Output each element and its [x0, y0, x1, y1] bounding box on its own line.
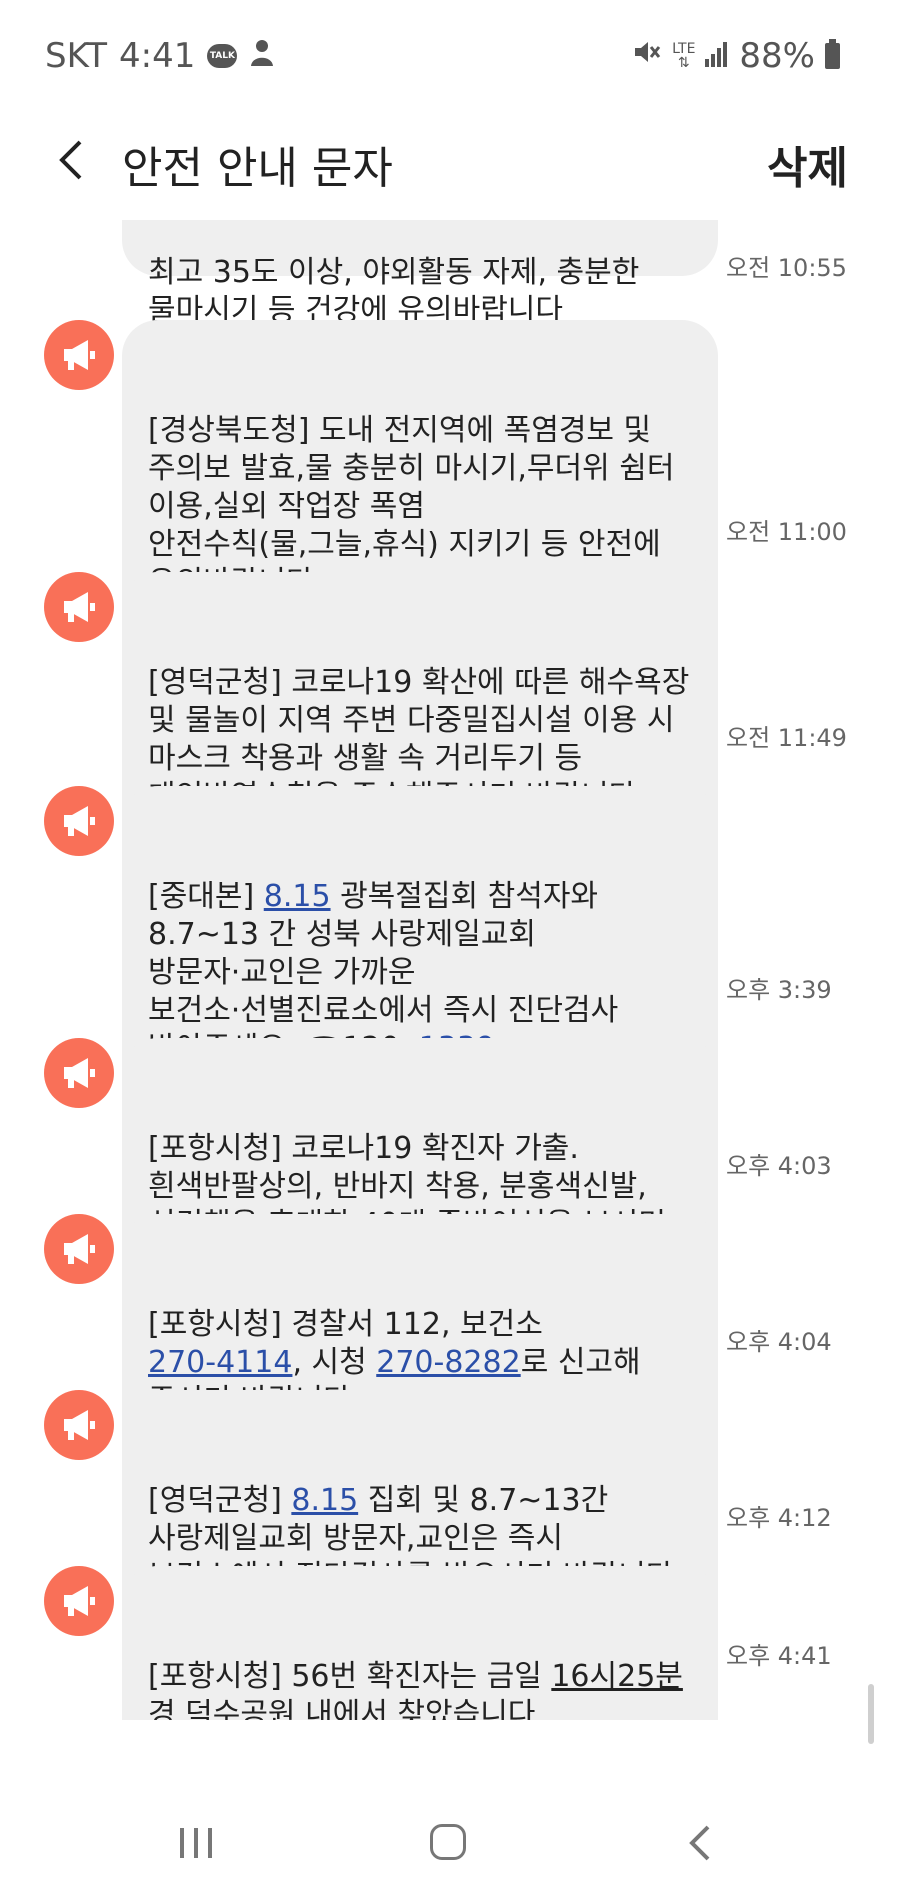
message-time: 오후 4:41	[726, 1642, 832, 1670]
recent-apps-button[interactable]	[178, 1828, 214, 1858]
recent-apps-icon	[180, 1828, 212, 1858]
megaphone-icon	[64, 1410, 95, 1440]
delete-button[interactable]: 삭제	[767, 132, 848, 196]
message-partial-line: 최고 35도 이상, 야외활동 자제, 충분한	[148, 255, 640, 290]
message-text: [포항시청] 56번 확진자는 금일 16시25분 경 덕수공원 내에서 찾았습…	[148, 1658, 692, 1720]
scrollbar[interactable]	[868, 1684, 874, 1744]
avatar	[44, 320, 114, 390]
megaphone-icon	[64, 806, 95, 836]
battery-percent: 88%	[739, 36, 815, 76]
message-link[interactable]: 8.15	[291, 1483, 358, 1518]
back-button[interactable]	[48, 130, 98, 190]
clock: 4:41	[119, 36, 196, 76]
avatar	[44, 1038, 114, 1108]
megaphone-icon	[64, 592, 95, 622]
message-time: 오후 4:12	[726, 1504, 832, 1532]
avatar	[44, 1214, 114, 1284]
megaphone-icon	[64, 1058, 95, 1088]
nav-back-button[interactable]	[686, 1824, 716, 1862]
navigation-bar	[0, 1790, 900, 1900]
page-title: 안전 안내 문자	[122, 143, 393, 194]
signal-icon	[705, 36, 729, 76]
message-text-segment: 경 덕수공원 내에서 찾았습니다.	[148, 1697, 545, 1720]
carrier-label: SKT	[45, 36, 108, 76]
megaphone-icon	[64, 1234, 95, 1264]
message-link[interactable]: 270-8282	[376, 1345, 520, 1380]
avatar	[44, 1390, 114, 1460]
megaphone-icon	[64, 1586, 95, 1616]
lte-icon: LTE ⇅	[672, 41, 696, 71]
message-list[interactable]: 최고 35도 이상, 야외활동 자제, 충분한 물마시기 등 건강에 유의바랍니다…	[0, 200, 900, 1720]
app-header: 안전 안내 문자 삭제	[0, 110, 900, 220]
message-text-segment: [영덕군청]	[148, 1483, 292, 1518]
message-time: 오후 4:04	[726, 1328, 832, 1356]
megaphone-icon	[64, 340, 95, 370]
chevron-left-icon	[59, 140, 82, 180]
message-time: 오전 11:00	[726, 518, 847, 546]
home-button[interactable]	[430, 1824, 466, 1860]
message-text-segment: , 시청	[292, 1345, 377, 1380]
nav-back-icon	[689, 1825, 710, 1861]
status-bar: SKT 4:41 TALK LTE ⇅ 88%	[0, 0, 900, 110]
status-bar-left: SKT 4:41 TALK	[45, 36, 275, 76]
message-bubble[interactable]: [포항시청] 56번 확진자는 금일 16시25분 경 덕수공원 내에서 찾았습…	[122, 1566, 718, 1720]
avatar	[44, 572, 114, 642]
message-link[interactable]: 8.15	[264, 879, 331, 914]
kakaotalk-icon: TALK	[207, 44, 238, 68]
message-time: 오후 3:39	[726, 976, 832, 1004]
battery-icon	[825, 39, 840, 69]
avatar	[44, 1566, 114, 1636]
avatar	[44, 786, 114, 856]
message-underlined-text[interactable]: 16시25분	[551, 1659, 683, 1694]
message-time: 오전 10:55	[726, 254, 847, 282]
message-time: 오후 4:03	[726, 1152, 832, 1180]
notification-person-icon	[249, 36, 275, 76]
message-text-segment: [중대본]	[148, 879, 264, 914]
mute-icon	[632, 36, 662, 76]
message-text-segment: [포항시청] 56번 확진자는 금일	[148, 1659, 552, 1694]
status-bar-right: LTE ⇅ 88%	[632, 36, 840, 76]
message-text-segment: [포항시청] 경찰서 112, 보건소	[148, 1307, 543, 1342]
message-time: 오전 11:49	[726, 724, 847, 752]
message-link[interactable]: 270-4114	[148, 1345, 292, 1380]
